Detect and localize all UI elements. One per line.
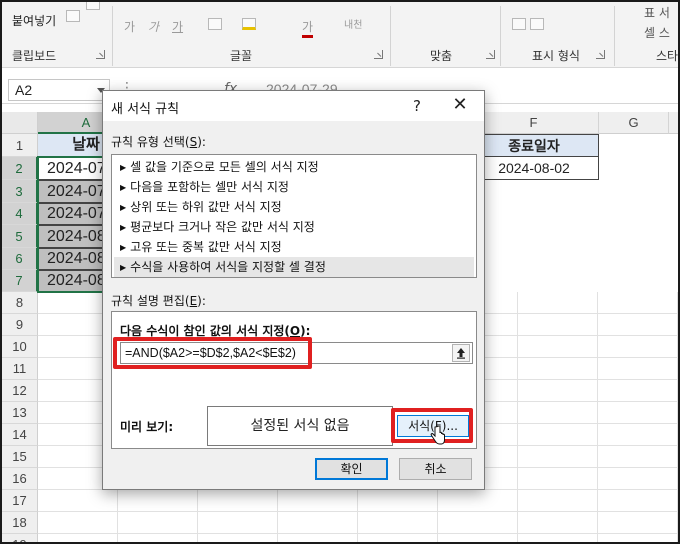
font-color-button[interactable]: 가 (302, 18, 314, 38)
font-italic-button[interactable]: 가 (148, 18, 159, 35)
row-header-13[interactable]: 13 (2, 402, 38, 424)
row-header-9[interactable]: 9 (2, 314, 38, 336)
row-header-7[interactable]: 7 (2, 270, 38, 292)
font-launcher-icon[interactable] (374, 50, 383, 59)
formula-input[interactable]: =AND($A2>=$D$2,$A2<$E$2) (120, 342, 473, 364)
format-preview: 설정된 서식 없음 (207, 406, 393, 446)
select-all-corner[interactable] (2, 112, 38, 134)
row-header-19[interactable]: 19 (2, 534, 38, 542)
border-icon[interactable] (208, 18, 222, 30)
row-header-4[interactable]: 4 (2, 203, 38, 225)
number-launcher-icon[interactable] (596, 50, 605, 59)
cell-f1[interactable]: 종료일자 (469, 134, 599, 157)
row-header-18[interactable]: 18 (2, 512, 38, 534)
rule-type-item[interactable]: ▶ 평균보다 크거나 작은 값만 서식 지정 (114, 217, 474, 237)
phonetic-button[interactable]: 내천 (344, 16, 362, 31)
hand-cursor-icon (430, 426, 445, 445)
styles-group-label: 스타 (656, 49, 679, 63)
dialog-title: 새 서식 규칙 (111, 102, 180, 117)
rule-type-item-selected[interactable]: ▶ 수식을 사용하여 서식을 지정할 셀 결정 (114, 257, 474, 277)
row-header-3[interactable]: 3 (2, 180, 38, 203)
ribbon-divider (112, 6, 113, 66)
ribbon-divider (614, 6, 615, 66)
new-formatting-rule-dialog: 새 서식 규칙 ? ✕ 규칙 유형 선택(S): ▶ 셀 값을 기준으로 모든 셀… (102, 90, 485, 490)
triangle-right-icon: ▶ (120, 163, 127, 172)
row-header-6[interactable]: 6 (2, 248, 38, 270)
row-header-5[interactable]: 5 (2, 225, 38, 248)
format-as-table-button[interactable]: 표 서 (644, 4, 670, 21)
triangle-right-icon: ▶ (120, 243, 127, 252)
ribbon: 붙여넣기 클립보드 가 가 가 가 내천 글꼴 맞춤 표시 형식 표 서 셀 스… (2, 2, 679, 68)
row-header-17[interactable]: 17 (2, 490, 38, 512)
column-header-g[interactable]: G (599, 112, 669, 134)
row-header-14[interactable]: 14 (2, 424, 38, 446)
dialog-titlebar[interactable]: 새 서식 규칙 ? ✕ (103, 91, 484, 121)
formula-input-value: =AND($A2>=$D$2,$A2<$E$2) (125, 346, 296, 360)
font-bold-button[interactable]: 가 (124, 18, 135, 35)
formula-condition-label: 다음 수식이 참인 값의 서식 지정(O): (120, 324, 311, 338)
arrow-up-icon (457, 348, 465, 359)
preview-label: 미리 보기: (120, 420, 174, 434)
rule-type-item[interactable]: ▶ 셀 값을 기준으로 모든 셀의 서식 지정 (114, 157, 474, 177)
cell-f2[interactable]: 2024-08-02 (469, 157, 599, 180)
help-button[interactable]: ? (409, 97, 425, 115)
column-header-f[interactable]: F (469, 112, 599, 134)
column-header-h[interactable] (669, 112, 678, 134)
row-header-1[interactable]: 1 (2, 134, 38, 157)
paste-button-label[interactable]: 붙여넣기 (12, 12, 56, 29)
triangle-right-icon: ▶ (120, 263, 127, 272)
ribbon-divider (390, 6, 391, 66)
rule-type-item[interactable]: ▶ 다음을 포함하는 셀만 서식 지정 (114, 177, 474, 197)
row-header-12[interactable]: 12 (2, 380, 38, 402)
triangle-right-icon: ▶ (120, 183, 127, 192)
rule-description-label: 규칙 설명 편집(E): (111, 294, 206, 308)
row-header-16[interactable]: 16 (2, 468, 38, 490)
collapse-dialog-button[interactable] (452, 344, 470, 362)
font-group-label: 글꼴 (230, 49, 253, 63)
format-painter-icon[interactable] (86, 2, 100, 10)
rule-type-list[interactable]: ▶ 셀 값을 기준으로 모든 셀의 서식 지정 ▶ 다음을 포함하는 셀만 서식 지… (111, 154, 477, 278)
name-box-value: A2 (15, 82, 33, 98)
number-group-label: 표시 형식 (532, 49, 580, 63)
clipboard-launcher-icon[interactable] (96, 50, 105, 59)
fill-color-icon[interactable] (242, 18, 256, 30)
increase-decimal-icon[interactable] (530, 18, 544, 30)
cancel-button[interactable]: 취소 (399, 458, 472, 480)
copy-icon[interactable] (66, 10, 80, 22)
rule-type-item[interactable]: ▶ 상위 또는 하위 값만 서식 지정 (114, 197, 474, 217)
rule-type-item[interactable]: ▶ 고유 또는 중복 값만 서식 지정 (114, 237, 474, 257)
close-icon[interactable]: ✕ (449, 95, 471, 117)
number-format-icon[interactable] (512, 18, 526, 30)
font-underline-button[interactable]: 가 (172, 18, 183, 35)
alignment-group-label: 맞춤 (430, 49, 453, 63)
triangle-right-icon: ▶ (120, 203, 127, 212)
alignment-launcher-icon[interactable] (486, 50, 495, 59)
row-header-8[interactable]: 8 (2, 292, 38, 314)
rule-type-label: 규칙 유형 선택(S): (111, 135, 206, 149)
clipboard-group-label: 클립보드 (12, 49, 57, 63)
window-frame: 붙여넣기 클립보드 가 가 가 가 내천 글꼴 맞춤 표시 형식 표 서 셀 스… (0, 0, 680, 544)
cell-styles-button[interactable]: 셀 스 (644, 24, 670, 41)
row-header-11[interactable]: 11 (2, 358, 38, 380)
row-header-2[interactable]: 2 (2, 157, 38, 180)
name-box[interactable]: A2 (8, 79, 110, 101)
ribbon-divider (500, 6, 501, 66)
row-header-15[interactable]: 15 (2, 446, 38, 468)
rule-description-panel: 다음 수식이 참인 값의 서식 지정(O): =AND($A2>=$D$2,$A… (111, 311, 477, 449)
ok-button[interactable]: 확인 (315, 458, 388, 480)
row-header-10[interactable]: 10 (2, 336, 38, 358)
triangle-right-icon: ▶ (120, 223, 127, 232)
